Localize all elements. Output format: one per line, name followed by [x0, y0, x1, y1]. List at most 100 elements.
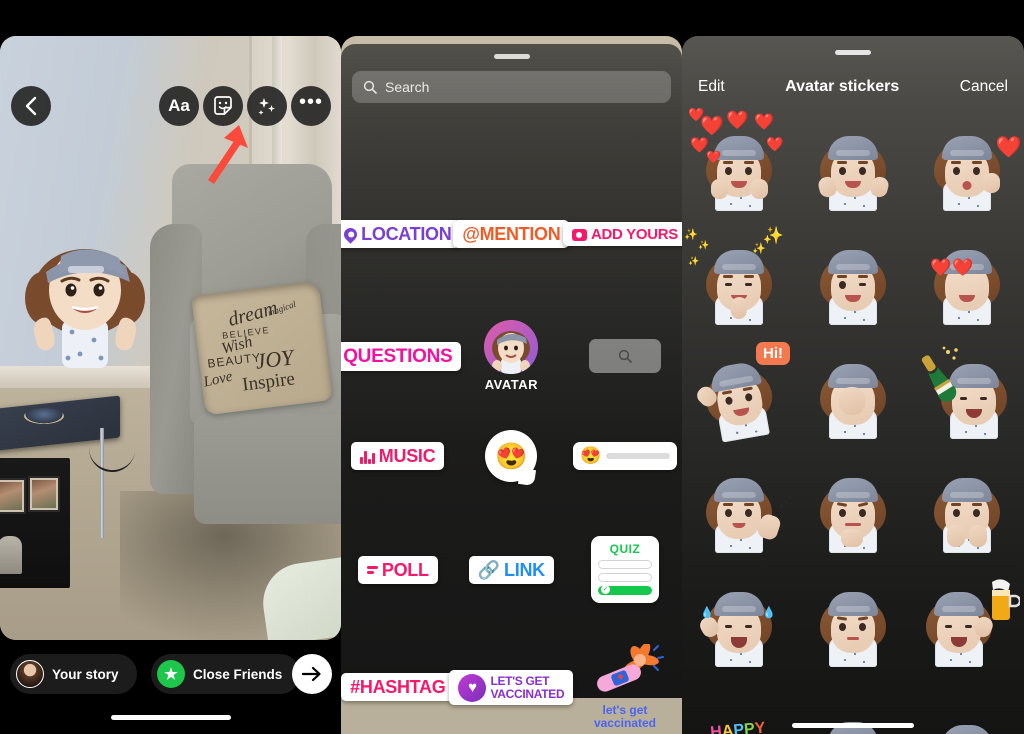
avatar-figure — [697, 127, 781, 211]
edit-button[interactable]: Edit — [698, 78, 725, 96]
avatar-figure — [811, 469, 895, 553]
avatar-sticker-wink[interactable] — [796, 226, 910, 340]
emoji-glyph: 😍 — [579, 446, 602, 465]
screenshot-stage: dream magical BELIEVE Wish BEAUTY JOY Lo… — [0, 0, 1024, 734]
avatar-sticker-heart-eyes[interactable]: ❤️ ❤️ — [910, 226, 1024, 340]
sticker-quiz-label: QUIZ — [609, 542, 641, 556]
avatar-figure — [925, 716, 1009, 734]
sticker-tool-button[interactable] — [203, 86, 243, 126]
pillow-word: Love — [202, 368, 235, 391]
pillow-word: Inspire — [241, 368, 297, 396]
sticker-quiz[interactable]: QUIZ — [590, 536, 659, 603]
avatar — [16, 660, 44, 688]
sticker-add-yours[interactable]: ADD YOURS — [562, 222, 682, 246]
avatar-sticker-partial[interactable] — [910, 682, 1024, 734]
sticker-questions-label: QUESTIONS — [343, 345, 453, 367]
sticker-avatar-label: AVATAR — [484, 377, 539, 392]
photo-frame — [28, 476, 60, 512]
quiz-option-correct — [597, 584, 652, 595]
more-options-label: ••• — [298, 90, 323, 113]
placed-avatar-sticker[interactable] — [6, 228, 164, 376]
decorative-pillow: dream magical BELIEVE Wish BEAUTY JOY Lo… — [191, 280, 333, 416]
avatar-sticker-cheers-beer[interactable] — [910, 568, 1024, 682]
sheet-grabber[interactable] — [493, 54, 530, 59]
avatar-sticker-thumbs-up[interactable] — [796, 112, 910, 226]
sticker-cell: ADD YOURS — [562, 220, 682, 248]
sticker-location[interactable]: LOCATION — [341, 220, 461, 248]
sticker-link-label: LINK — [504, 559, 545, 580]
avatar-sticker-unimpressed[interactable] — [796, 568, 910, 682]
avatar-sticker-hi-wave[interactable]: Hi! — [682, 340, 796, 454]
avatar-sticker-hearts[interactable]: ❤️ ❤️ ❤️ ❤️ ❤️ ❤️ ❤️ — [682, 108, 796, 226]
search-icon — [363, 80, 377, 94]
close-friends-label: Close Friends — [193, 666, 283, 682]
sticker-hashtag[interactable]: #HASHTAG — [341, 673, 455, 701]
sticker-emoji-reaction[interactable]: 😍 — [485, 430, 538, 482]
avatar-figure — [811, 241, 895, 325]
slider-track[interactable] — [606, 453, 670, 459]
sticker-emoji-slider[interactable]: 😍 — [572, 442, 677, 470]
avatar-sticker-talk-to-the-hand[interactable]: ⋰ — [682, 454, 796, 568]
sticker-poll[interactable]: POLL — [357, 555, 438, 584]
sticker-music-label: MUSIC — [378, 446, 436, 466]
link-icon: 🔗 — [477, 559, 501, 580]
sticker-cell: 🔗 LINK — [455, 536, 569, 603]
search-icon — [618, 349, 632, 363]
panel-avatar-stickers: Edit Avatar stickers Cancel ❤️ ❤️ ❤️ ❤️ … — [682, 0, 1024, 734]
avatar-stickers-header: Edit Avatar stickers Cancel — [682, 70, 1024, 104]
sticker-music[interactable]: MUSIC — [351, 442, 445, 470]
sticker-lets-get-vaccinated[interactable]: ♥ LET'S GET VACCINATED — [449, 669, 574, 705]
avatar-sticker-happy-birthday[interactable]: HAPPY BIRTHDAY — [682, 682, 796, 734]
story-canvas[interactable]: dream magical BELIEVE Wish BEAUTY JOY Lo… — [0, 36, 341, 640]
avatar-sticker-praying-sparkles[interactable]: ✨ ✨ ✨ ✨ ✨ — [682, 226, 796, 340]
avatar-art — [484, 320, 539, 374]
sticker-cell: POLL — [341, 536, 455, 603]
vacc-art-line1: let's get — [602, 703, 648, 717]
text-tool-label: Aa — [168, 96, 190, 115]
avatar-sticker-blowing-kiss[interactable]: ❤️ — [910, 112, 1024, 226]
sheet-grabber[interactable] — [835, 50, 871, 55]
sticker-vaccinated-text: LET'S GET VACCINATED — [490, 674, 564, 701]
sticker-vaccinated-art[interactable]: let's get vaccinated — [580, 644, 670, 730]
sticker-cell: 😍 — [568, 430, 682, 482]
avatar-figure — [690, 348, 787, 445]
avatar-figure — [925, 127, 1009, 211]
avatar-sticker-champagne[interactable] — [910, 340, 1024, 454]
sticker-questions[interactable]: QUESTIONS — [341, 341, 462, 378]
sparkles-icon — [258, 98, 275, 115]
sticker-search-input[interactable]: Search — [352, 71, 671, 103]
quiz-option — [597, 573, 652, 582]
avatar-sticker-shy[interactable] — [910, 454, 1024, 568]
sticker-avatar[interactable]: AVATAR — [469, 320, 553, 392]
sticker-mention[interactable]: @MENTION — [453, 220, 570, 248]
avatar-figure — [917, 583, 1001, 667]
hearts-decoration: ❤️ — [688, 107, 705, 122]
your-story-button[interactable]: Your story — [10, 654, 137, 694]
sticker-location-label: LOCATION — [361, 224, 452, 244]
sticker-cell: QUIZ — [568, 536, 682, 603]
sticker-cell: QUESTIONS — [341, 320, 462, 392]
sticker-link[interactable]: 🔗 LINK — [468, 555, 554, 584]
text-tool-button[interactable]: Aa — [159, 86, 199, 126]
avatar-figure — [932, 355, 1016, 439]
avatar-sticker-thinking[interactable] — [796, 454, 910, 568]
avatar-sticker-facepalm[interactable] — [796, 340, 910, 454]
cancel-button[interactable]: Cancel — [960, 78, 1008, 96]
sticker-cell — [568, 320, 682, 392]
send-button[interactable] — [292, 654, 332, 694]
avatar-figure — [697, 469, 783, 553]
bandaid-flower-icon — [597, 644, 664, 692]
avatar-figure — [811, 355, 895, 439]
avatar-stickers-sheet: Edit Avatar stickers Cancel ❤️ ❤️ ❤️ ❤️ … — [682, 36, 1024, 734]
avatar-sticker-laughing-tears[interactable]: 💧 💧 — [682, 568, 796, 682]
effects-tool-button[interactable] — [247, 86, 287, 126]
avatar-figure — [697, 241, 781, 325]
sticker-search-tile[interactable] — [588, 339, 661, 373]
sticker-cell: MUSIC — [341, 430, 455, 482]
pin-icon — [341, 225, 360, 244]
close-friends-button[interactable]: ★ Close Friends — [151, 654, 301, 694]
back-button[interactable] — [11, 86, 51, 126]
more-options-button[interactable]: ••• — [291, 86, 331, 126]
panel-story-composer: dream magical BELIEVE Wish BEAUTY JOY Lo… — [0, 0, 341, 734]
sticker-smiley-icon — [214, 96, 232, 115]
